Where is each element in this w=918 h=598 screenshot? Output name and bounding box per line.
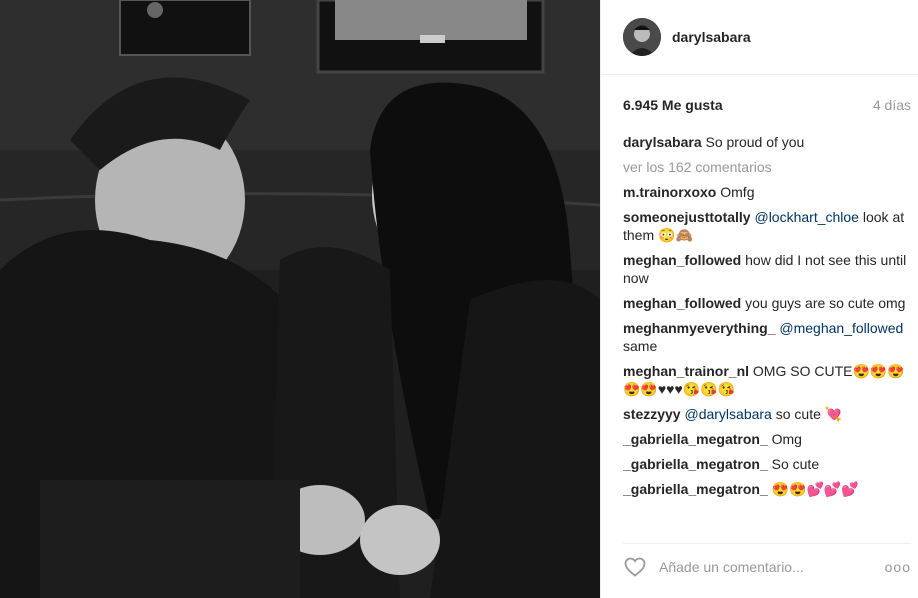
comment-username[interactable]: _gabriella_megatron_	[623, 456, 768, 472]
comment-item: meghan_followed how did I not see this u…	[623, 251, 913, 287]
comment-item: meghanmyeverything_ @meghan_followed sam…	[623, 319, 913, 355]
comment-text: you guys are so cute omg	[745, 295, 906, 311]
comment-item: _gabriella_megatron_ 😍😍💕💕💕	[623, 480, 913, 498]
comment-item: meghan_followed you guys are so cute omg	[623, 294, 913, 312]
comment-item: m.trainorxoxo Omfg	[623, 183, 913, 201]
add-comment-row: ooo	[623, 553, 911, 581]
caption-username[interactable]: darylsabara	[623, 134, 702, 150]
author-username[interactable]: darylsabara	[672, 29, 751, 45]
caption-text: So proud of you	[705, 134, 805, 150]
comment-item: meghan_trainor_nl OMG SO CUTE😍😍😍😍😍♥♥♥😘😘😘	[623, 362, 913, 398]
comment-text: Omg	[771, 431, 802, 447]
comment-text: so cute 💘	[775, 406, 843, 422]
post-photo[interactable]	[0, 0, 600, 598]
more-options-icon[interactable]: ooo	[885, 559, 911, 575]
caption: darylsabara So proud of you	[623, 133, 913, 151]
comment-item: someonejusttotally @lockhart_chloe look …	[623, 208, 913, 244]
post-header: darylsabara	[601, 0, 918, 75]
likes-count[interactable]: 6.945 Me gusta	[623, 97, 723, 113]
post-details-panel: darylsabara 6.945 Me gusta 4 días daryls…	[600, 0, 918, 598]
likes-row: 6.945 Me gusta 4 días	[623, 96, 911, 116]
comment-username[interactable]: meghan_followed	[623, 295, 741, 311]
comment-username[interactable]: m.trainorxoxo	[623, 184, 716, 200]
post-time[interactable]: 4 días	[873, 97, 911, 113]
comment-username[interactable]: _gabriella_megatron_	[623, 431, 768, 447]
load-more-comments-link[interactable]: ver los 162 comentarios	[623, 158, 913, 176]
comment-item: _gabriella_megatron_ So cute	[623, 455, 913, 473]
comment-username[interactable]: meghan_followed	[623, 252, 741, 268]
post-photo-image	[0, 0, 600, 598]
comment-item: _gabriella_megatron_ Omg	[623, 430, 913, 448]
comment-mention[interactable]: @darylsabara	[684, 406, 771, 422]
heart-icon[interactable]	[623, 555, 647, 579]
comment-divider	[623, 543, 911, 544]
comment-text: So cute	[771, 456, 820, 472]
comment-text: same	[623, 338, 658, 354]
comment-mention[interactable]: @meghan_followed	[779, 320, 903, 336]
comment-username[interactable]: someonejusttotally	[623, 209, 751, 225]
comment-item: stezzyyy @darylsabara so cute 💘	[623, 405, 913, 423]
heart-icon-svg	[624, 557, 646, 577]
comment-username[interactable]: _gabriella_megatron_	[623, 481, 768, 497]
add-comment-input[interactable]	[659, 557, 859, 577]
comment-text: 😍😍💕💕💕	[771, 481, 859, 497]
comment-mention[interactable]: @lockhart_chloe	[754, 209, 859, 225]
comment-text: Omfg	[720, 184, 755, 200]
avatar-image	[623, 18, 661, 56]
comments-list: darylsabara So proud of you ver los 162 …	[623, 133, 913, 528]
comment-username[interactable]: meghanmyeverything_	[623, 320, 776, 336]
author-avatar[interactable]	[623, 18, 661, 56]
comment-username[interactable]: meghan_trainor_nl	[623, 363, 749, 379]
comment-username[interactable]: stezzyyy	[623, 406, 681, 422]
